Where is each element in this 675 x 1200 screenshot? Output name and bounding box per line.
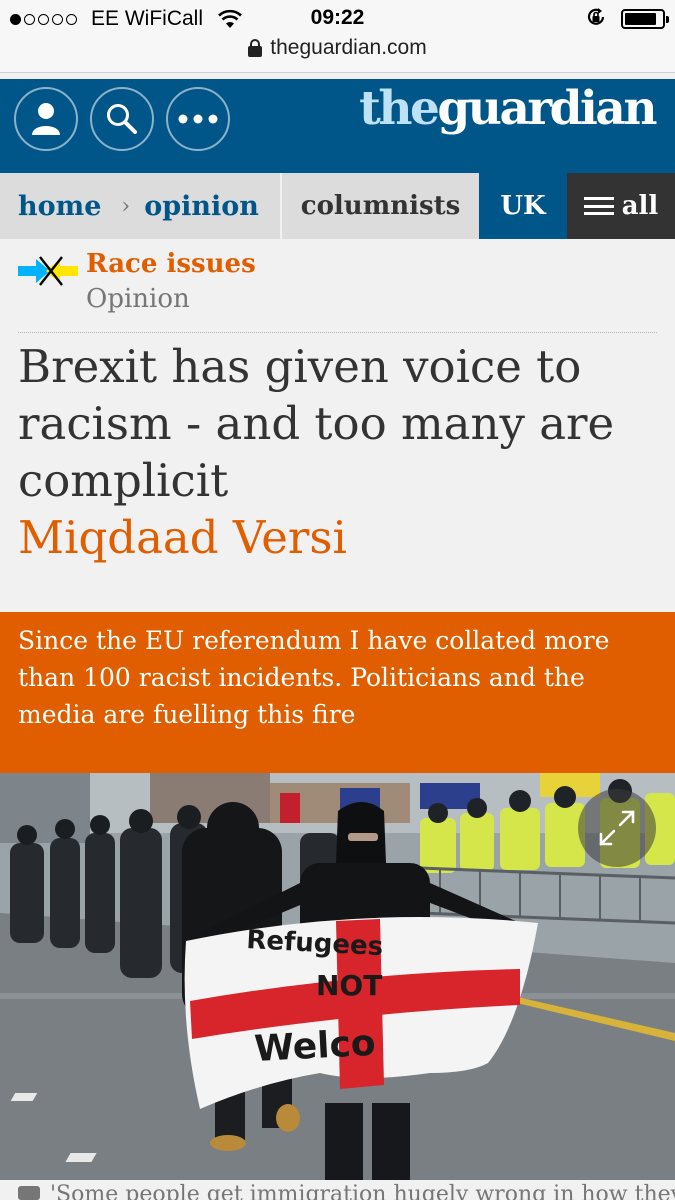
more-button[interactable] [166, 87, 230, 151]
logo-the: the [359, 81, 440, 136]
battery-icon [621, 9, 669, 29]
rotation-lock-icon [585, 6, 607, 33]
clock: 09:22 [310, 6, 365, 29]
expand-image-button[interactable] [578, 789, 656, 867]
expand-icon [599, 810, 635, 846]
header-divider [18, 332, 657, 333]
standfirst-text: Since the EU referendum I have collated … [18, 626, 610, 729]
banner-word-2: NOT [316, 969, 382, 1002]
nav-columnists-link[interactable]: columnists [282, 173, 479, 239]
section-link[interactable]: Race issues [86, 249, 256, 279]
url-text: theguardian.com [270, 36, 427, 59]
section-nav: home › opinion columnists UK all [0, 173, 675, 239]
battery-cap [666, 16, 669, 23]
edition-switch[interactable]: UK [479, 173, 567, 239]
all-sections-button[interactable]: all [567, 173, 675, 239]
breadcrumb-separator: › [121, 193, 131, 219]
guardian-logo[interactable]: theguardian [359, 81, 657, 136]
logo-name: guardian [437, 81, 657, 136]
author-byline[interactable]: Miqdaad Versi [18, 509, 347, 566]
caption-text: 'Some people get immigration hugely wron… [50, 1182, 675, 1200]
protest-photo: Refugees NOT Welco [0, 773, 675, 1180]
nav-opinion-link[interactable]: opinion [144, 191, 259, 222]
nav-home-link[interactable]: home [18, 191, 101, 222]
banner-word-3: Welco [253, 1023, 376, 1070]
status-right [585, 6, 669, 33]
image-caption: 'Some people get immigration hugely wron… [0, 1180, 675, 1200]
lock-icon [248, 39, 263, 57]
search-button[interactable] [90, 87, 154, 151]
profile-button[interactable] [14, 87, 78, 151]
article-headline: Brexit has given voice to racism - and t… [18, 340, 615, 507]
tone-label: Opinion [86, 284, 190, 314]
search-icon [107, 104, 137, 134]
article-main-image[interactable]: Refugees NOT Welco [0, 773, 675, 1180]
all-sections-label: all [621, 191, 659, 221]
battery-level [625, 13, 656, 25]
race-issues-series-icon [18, 256, 78, 286]
site-header: theguardian [0, 79, 675, 173]
address-bar[interactable]: theguardian.com [0, 36, 675, 60]
camera-icon [18, 1186, 40, 1200]
status-bar: EE WiFiCall 09:22 theguardian.com [0, 0, 675, 73]
hamburger-icon [583, 197, 614, 215]
profile-icon [32, 103, 60, 135]
more-icon [178, 114, 218, 124]
standfirst-panel: Since the EU referendum I have collated … [0, 612, 675, 773]
breadcrumb: home › opinion [0, 173, 280, 239]
